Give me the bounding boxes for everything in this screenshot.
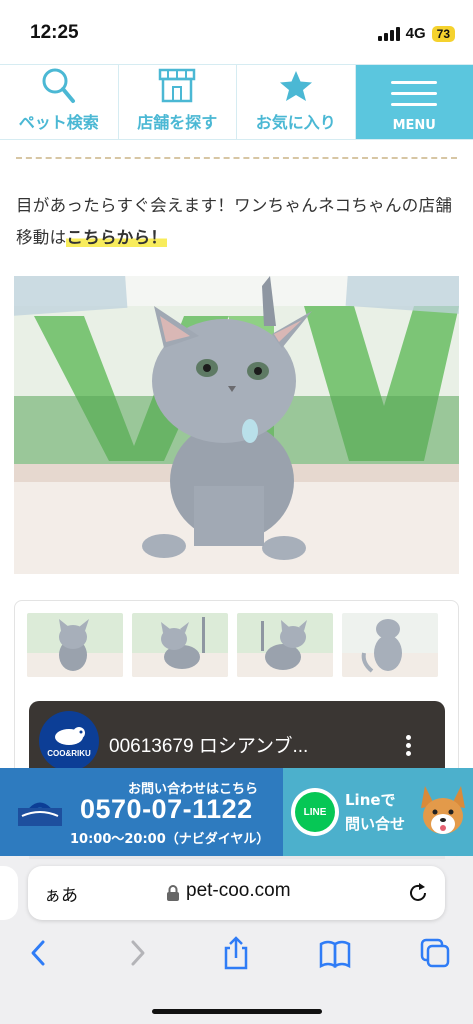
previous-tab-peek[interactable]	[0, 866, 18, 920]
line-badge-text: LINE	[295, 792, 335, 832]
corgi-icon	[421, 786, 465, 834]
line-contact-text: Lineで 問い合せ	[345, 788, 405, 836]
phone-number[interactable]: 0570-07-1122	[80, 794, 253, 825]
forward-icon[interactable]	[128, 936, 148, 970]
tabs-icon[interactable]	[418, 936, 452, 970]
nav-label: 店舗を探す	[137, 113, 218, 132]
line-contact-button[interactable]: LINE Lineで 問い合せ	[283, 768, 473, 856]
address-bar[interactable]: ぁあ pet-coo.com	[28, 866, 445, 920]
nav-pet-search[interactable]: ペット検索	[0, 65, 119, 139]
hero-photo	[14, 276, 459, 574]
phone-contact-button[interactable]: お問い合わせはこちら 0570-07-1122 10:00〜20:00（ナビダイ…	[0, 768, 283, 856]
thumbnail-4[interactable]	[342, 613, 438, 677]
browser-chrome: ぁあ pet-coo.com	[0, 856, 473, 1024]
url-host: pet-coo.com	[186, 880, 291, 901]
contact-banner: お問い合わせはこちら 0570-07-1122 10:00〜20:00（ナビダイ…	[0, 768, 473, 856]
bookmarks-icon[interactable]	[318, 936, 352, 970]
nav-favorites[interactable]: お気に入り	[237, 65, 356, 139]
menu-button[interactable]: MENU	[355, 65, 473, 139]
thumbnail-1[interactable]	[27, 613, 123, 677]
status-indicators: 4G 73	[377, 25, 455, 42]
more-options-icon[interactable]	[406, 735, 411, 759]
reload-icon[interactable]	[407, 881, 429, 905]
lock-icon	[167, 885, 179, 901]
signal-icon	[377, 26, 400, 41]
dog-logo-icon	[55, 726, 85, 745]
status-time: 12:25	[30, 22, 79, 43]
intro-text: 目があったらすぐ会えます！ワンちゃんネコちゃんの店舗移動はこちらから！	[16, 190, 461, 254]
thumbnail-2[interactable]	[132, 613, 228, 677]
back-icon[interactable]	[28, 936, 48, 970]
site-nav: ペット検索 店舗を探す お気に入り MENU	[0, 64, 473, 140]
home-indicator	[152, 1009, 322, 1014]
thumbnail-strip	[27, 613, 438, 677]
divider	[16, 157, 457, 159]
store-transfer-link[interactable]: こちらから！	[66, 228, 168, 247]
browser-toolbar	[0, 936, 473, 976]
share-icon[interactable]	[222, 936, 250, 970]
channel-logo: COO&RIKU	[39, 711, 99, 771]
nav-store-search[interactable]: 店舗を探す	[119, 65, 237, 139]
nav-label: お気に入り	[255, 113, 336, 132]
thumbnail-3[interactable]	[237, 613, 333, 677]
star-icon	[279, 71, 312, 101]
store-icon	[159, 68, 196, 103]
navi-dial-icon	[18, 802, 62, 826]
magnifier-icon	[42, 68, 75, 103]
contact-hours: 10:00〜20:00（ナビダイヤル）	[70, 832, 270, 847]
line-text-2: 問い合せ	[345, 815, 406, 833]
channel-logo-text: COO&RIKU	[47, 748, 91, 758]
line-icon: LINE	[291, 788, 339, 836]
line-text-1: Lineで	[345, 791, 396, 809]
network-type: 4G	[405, 25, 426, 42]
video-title[interactable]: 00613679 ロシアンブ...	[109, 731, 308, 758]
nav-label: ペット検索	[18, 113, 99, 132]
menu-label: MENU	[392, 118, 436, 133]
reader-settings-button[interactable]: ぁあ	[44, 881, 78, 906]
status-bar: 12:25 4G 73	[0, 0, 473, 64]
battery-icon: 73	[431, 25, 455, 42]
hamburger-icon	[391, 73, 438, 114]
kitten-photo	[14, 276, 459, 574]
